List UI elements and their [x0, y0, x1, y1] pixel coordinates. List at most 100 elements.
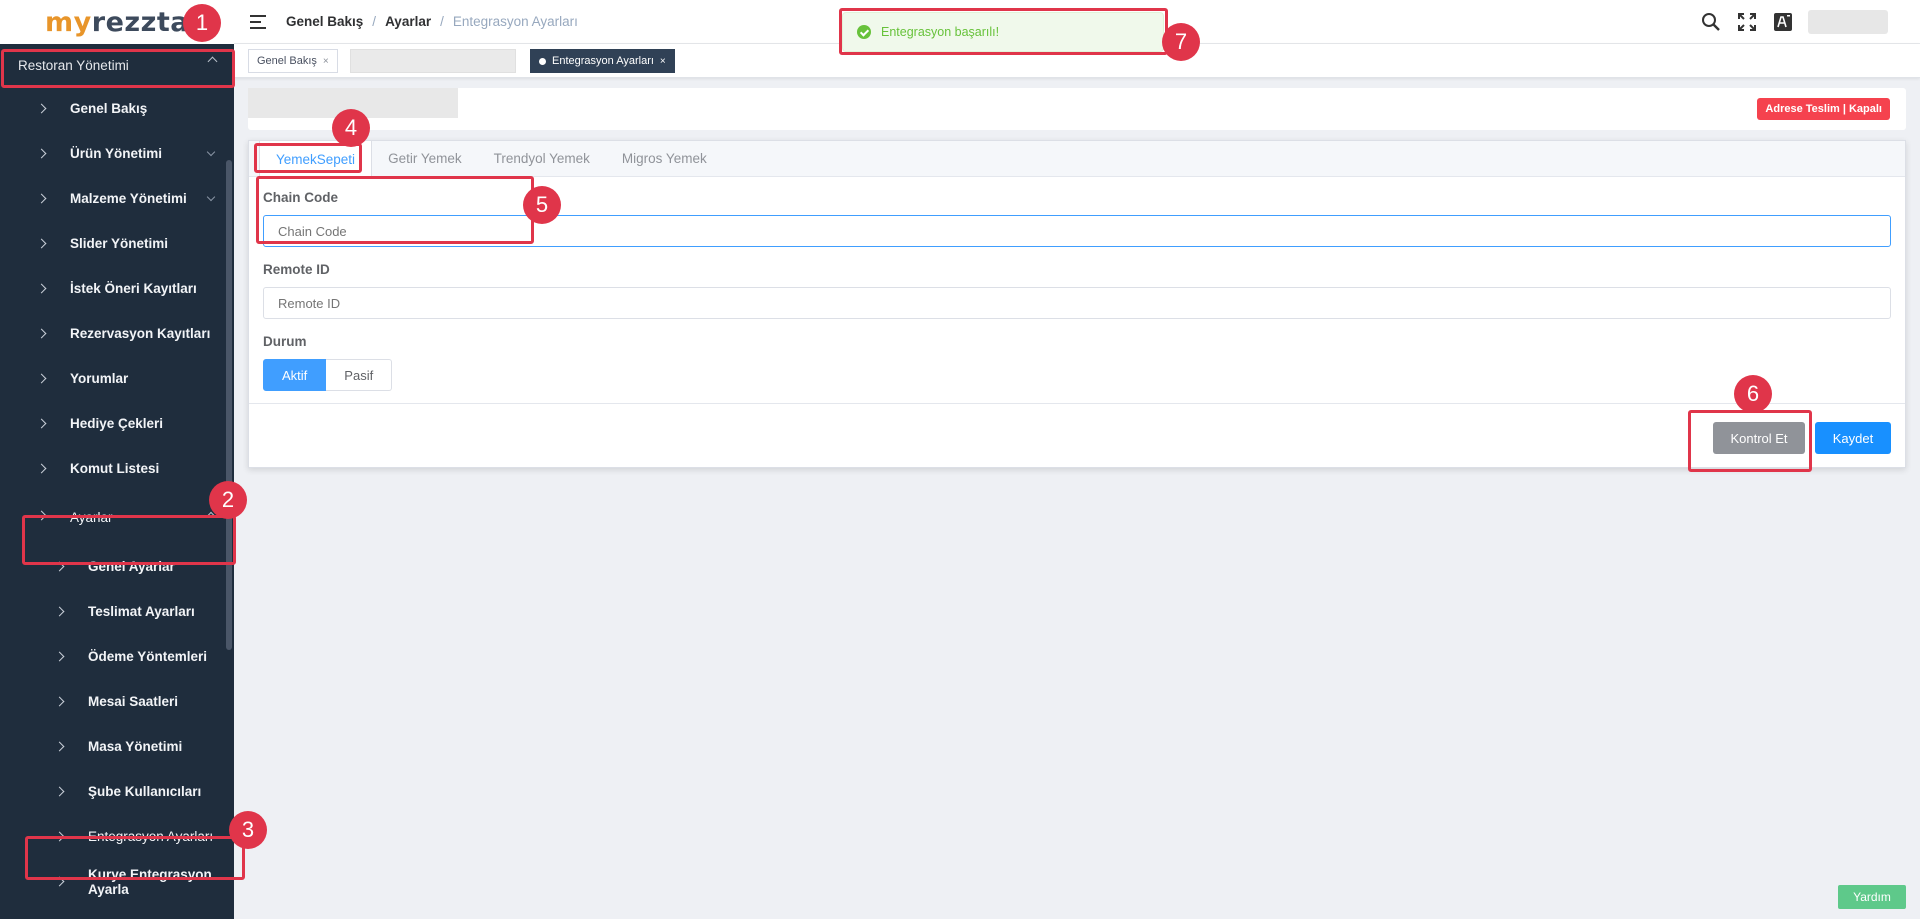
logo-prefix: my — [45, 6, 92, 38]
close-icon[interactable]: × — [660, 56, 666, 67]
chevron-right-icon — [54, 561, 65, 572]
sidebar-item-comments[interactable]: Yorumlar — [0, 356, 234, 401]
sidebar-item-label: Ödeme Yöntemleri — [88, 649, 208, 664]
sidebar-scrollbar[interactable] — [226, 160, 232, 650]
sidebar-item-slider[interactable]: Slider Yönetimi — [0, 221, 234, 266]
chevron-right-icon — [54, 831, 65, 842]
tag-overview[interactable]: Genel Bakış × — [248, 49, 338, 73]
restaurant-status-badge[interactable]: Adrese Teslim | Kapalı — [1757, 98, 1890, 120]
hamburger-icon[interactable] — [250, 14, 266, 29]
status-passive-button[interactable]: Pasif — [326, 359, 393, 391]
tag-label: Entegrasyon Ayarları — [552, 55, 654, 67]
sidebar-item-label: İstek Öneri Kayıtları — [70, 281, 197, 296]
status-label: Durum — [263, 334, 307, 349]
logo-rest: rezzta — [91, 6, 189, 38]
sidebar-item-working-hours[interactable]: Mesai Saatleri — [0, 679, 234, 724]
chevron-right-icon — [54, 786, 65, 797]
sidebar-item-label: Genel Bakış — [70, 101, 148, 116]
sidebar-item-label: Şube Kullanıcıları — [88, 784, 202, 799]
chevron-right-icon — [36, 148, 47, 159]
chevron-down-icon — [206, 147, 216, 157]
card-footer: Kontrol Et Kaydet — [249, 403, 1905, 467]
chevron-right-icon — [36, 283, 47, 294]
sidebar-item-payment-methods[interactable]: Ödeme Yöntemleri — [0, 634, 234, 679]
breadcrumb: Genel Bakış / Ayarlar / Entegrasyon Ayar… — [286, 14, 578, 29]
search-icon[interactable] — [1700, 11, 1722, 33]
remote-id-label: Remote ID — [263, 262, 330, 277]
close-icon[interactable]: × — [323, 56, 329, 67]
sidebar-item-commands[interactable]: Komut Listesi — [0, 446, 234, 491]
tag-blurred[interactable] — [350, 49, 516, 73]
font-size-icon[interactable] — [1772, 11, 1794, 33]
integration-tabs: YemekSepeti Getir Yemek Trendyol Yemek M… — [249, 140, 1905, 178]
check-button[interactable]: Kontrol Et — [1713, 422, 1805, 454]
chevron-right-icon — [54, 876, 65, 887]
chevron-right-icon — [54, 741, 65, 752]
sidebar-item-suggestions[interactable]: İstek Öneri Kayıtları — [0, 266, 234, 311]
tab-trendyol-yemek[interactable]: Trendyol Yemek — [478, 141, 606, 177]
sidebar-item-reservations[interactable]: Rezervasyon Kayıtları — [0, 311, 234, 356]
callout-badge-3: 3 — [229, 811, 267, 849]
sidebar: myrezzta Restoran Yönetimi Genel Bakış Ü… — [0, 0, 234, 919]
callout-badge-7: 7 — [1162, 23, 1200, 61]
chevron-right-icon — [36, 510, 47, 521]
help-button[interactable]: Yardım — [1838, 885, 1906, 909]
callout-badge-6: 6 — [1734, 375, 1772, 413]
integration-form: Chain Code Remote ID Durum Aktif Pasif — [249, 177, 1905, 391]
sidebar-item-label: Komut Listesi — [70, 461, 160, 476]
breadcrumb-current: Entegrasyon Ayarları — [452, 14, 578, 29]
remote-id-input[interactable] — [263, 287, 1891, 319]
chevron-down-icon — [206, 192, 216, 202]
status-active-button[interactable]: Aktif — [263, 359, 327, 391]
chevron-up-icon — [207, 56, 218, 67]
chevron-right-icon — [36, 103, 47, 114]
breadcrumb-separator: / — [372, 14, 377, 29]
chevron-right-icon — [54, 696, 65, 707]
sidebar-item-label: Kurye Entegrasyon Ayarla — [88, 866, 212, 897]
save-button[interactable]: Kaydet — [1815, 422, 1891, 454]
sidebar-item-branch-users[interactable]: Şube Kullanıcıları — [0, 769, 234, 814]
breadcrumb-separator: / — [440, 14, 444, 29]
breadcrumb-parent[interactable]: Ayarlar — [385, 14, 431, 29]
success-toast: Entegrasyon başarılı! — [842, 12, 1164, 52]
sidebar-item-general-settings[interactable]: Genel Ayarlar — [0, 544, 234, 589]
sidebar-item-label: Mesai Saatleri — [88, 694, 179, 709]
tab-migros-yemek[interactable]: Migros Yemek — [606, 141, 723, 177]
chevron-right-icon — [36, 193, 47, 204]
sidebar-item-tables[interactable]: Masa Yönetimi — [0, 724, 234, 769]
status-toggle: Aktif Pasif — [263, 359, 1891, 391]
sidebar-item-label: Rezervasyon Kayıtları — [70, 326, 211, 341]
sidebar-item-label: Yorumlar — [70, 371, 129, 386]
active-dot-icon — [539, 57, 546, 65]
user-avatar[interactable] — [1808, 10, 1888, 34]
sidebar-item-delivery-settings[interactable]: Teslimat Ayarları — [0, 589, 234, 634]
sidebar-item-label: Masa Yönetimi — [88, 739, 183, 754]
sidebar-item-ingredients[interactable]: Malzeme Yönetimi — [0, 176, 234, 221]
sidebar-item-products[interactable]: Ürün Yönetimi — [0, 131, 234, 176]
integration-card: YemekSepeti Getir Yemek Trendyol Yemek M… — [248, 140, 1906, 468]
chevron-right-icon — [36, 418, 47, 429]
chain-code-input[interactable] — [263, 215, 1891, 247]
sidebar-item-gift-cards[interactable]: Hediye Çekleri — [0, 401, 234, 446]
chevron-right-icon — [36, 238, 47, 249]
callout-badge-5: 5 — [523, 186, 561, 224]
tab-getir-yemek[interactable]: Getir Yemek — [372, 141, 478, 177]
sidebar-group-label: Restoran Yönetimi — [18, 57, 129, 73]
sidebar-item-courier-integration[interactable]: Kurye Entegrasyon Ayarla — [0, 859, 234, 904]
sidebar-item-overview[interactable]: Genel Bakış — [0, 86, 234, 131]
chevron-right-icon — [36, 463, 47, 474]
chain-code-label: Chain Code — [263, 190, 339, 205]
callout-badge-4: 4 — [332, 109, 370, 147]
tag-integration-settings[interactable]: Entegrasyon Ayarları × — [530, 49, 675, 73]
callout-badge-2: 2 — [209, 481, 247, 519]
breadcrumb-home[interactable]: Genel Bakış — [286, 14, 363, 29]
toast-message: Entegrasyon başarılı! — [881, 25, 1000, 39]
sidebar-item-label: Malzeme Yönetimi — [70, 191, 187, 206]
sidebar-item-label: Ürün Yönetimi — [70, 146, 163, 161]
chevron-right-icon — [36, 373, 47, 384]
sidebar-item-integration-settings[interactable]: Entegrasyon Ayarları — [0, 814, 234, 859]
sidebar-item-settings[interactable]: Ayarlar — [0, 491, 234, 544]
sidebar-item-label: Slider Yönetimi — [70, 236, 169, 251]
sidebar-group-restaurant[interactable]: Restoran Yönetimi — [0, 44, 234, 86]
fullscreen-icon[interactable] — [1736, 11, 1758, 33]
